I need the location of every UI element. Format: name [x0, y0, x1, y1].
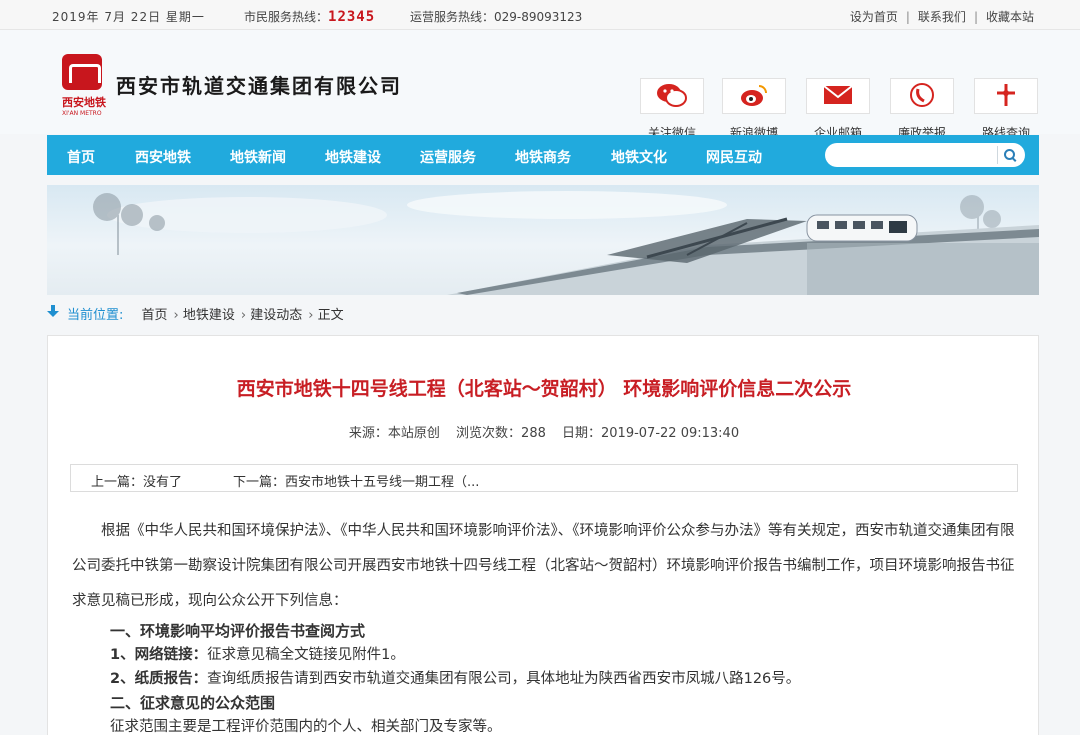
metro-train-illustration	[93, 191, 1039, 295]
search-box	[825, 143, 1025, 167]
section-heading: 二、征求意见的公众范围	[110, 694, 276, 712]
breadcrumb-news[interactable]: 建设动态	[250, 308, 302, 323]
hotline-label: 市民服务热线：	[244, 10, 329, 24]
breadcrumb-current: 正文	[317, 308, 344, 323]
article-card: 西安市地铁十四号线工程（北客站～贺韶村） 环境影响评价信息二次公示 来源：本站原…	[47, 335, 1039, 735]
mail-icon	[823, 84, 853, 108]
article-paragraph: 根据《中华人民共和国环境保护法》、《中华人民共和国环境影响评价法》、《环境影响评…	[72, 523, 1015, 609]
quick-link-weibo[interactable]: 新浪微博	[722, 78, 786, 141]
wechat-icon	[656, 82, 688, 111]
hotline-number: 12345	[328, 9, 376, 25]
item-text: 征求意见稿全文链接见附件1。	[207, 647, 405, 663]
nav-item-operations[interactable]: 运营服务	[420, 147, 476, 167]
bookmark-link[interactable]: 收藏本站	[986, 10, 1034, 24]
location-arrow-icon	[47, 305, 59, 319]
nav-item-construction[interactable]: 地铁建设	[325, 147, 381, 167]
item-label: 1、网络链接：	[110, 647, 208, 663]
breadcrumb: 当前位置: 首页 › 地铁建设 › 建设动态 › 正文	[47, 304, 344, 323]
article-meta: 来源：本站原创 浏览次数：288 日期：2019-07-22 09:13:40	[48, 422, 1040, 441]
breadcrumb-construction[interactable]: 地铁建设	[183, 308, 235, 323]
site-header: 西安地铁 XI'AN METRO 西安市轨道交通集团有限公司 关注微信 新浪微博…	[0, 30, 1080, 140]
phone-icon	[909, 82, 935, 111]
item-label: 2、纸质报告：	[110, 671, 208, 687]
nav-item-xian-metro[interactable]: 西安地铁	[135, 147, 191, 167]
article-date: 日期：2019-07-22 09:13:40	[562, 426, 740, 441]
article-views: 浏览次数：288	[456, 426, 546, 441]
nav-item-interaction[interactable]: 网民互动	[706, 147, 762, 167]
top-bar: 2019年 7月 22日 星期一 市民服务热线：12345 运营服务热线：029…	[0, 0, 1080, 30]
quick-link-mail[interactable]: 企业邮箱	[806, 78, 870, 141]
nav-item-culture[interactable]: 地铁文化	[611, 147, 667, 167]
current-date: 2019年 7月 22日 星期一	[52, 10, 205, 24]
ops-hotline: 运营服务热线：029-89093123	[410, 10, 583, 24]
item-text: 查询纸质报告请到西安市轨道交通集团有限公司，具体地址为陕西省西安市凤城八路126…	[207, 671, 801, 687]
weibo-icon	[739, 83, 769, 110]
nav-item-metro-news[interactable]: 地铁新闻	[230, 147, 286, 167]
logo-en-text: XI'AN METRO	[62, 110, 102, 117]
quick-link-wechat[interactable]: 关注微信	[640, 78, 704, 141]
nav-item-home[interactable]: 首页	[67, 147, 95, 167]
section-heading: 一、环境影响平均评价报告书查阅方式	[110, 622, 366, 640]
breadcrumb-home[interactable]: 首页	[142, 308, 168, 323]
top-links: 设为首页 | 联系我们 | 收藏本站	[849, 10, 1034, 24]
metro-logo-icon	[62, 54, 102, 90]
next-article-link[interactable]: 下一篇：西安市地铁十五号线一期工程（...	[233, 471, 479, 490]
logo-cn-text: 西安地铁	[62, 96, 106, 109]
list-item: 征求范围主要是工程评价范围内的个人、相关部门及专家等。	[110, 719, 502, 735]
contact-us-link[interactable]: 联系我们	[918, 10, 966, 24]
nav-item-business[interactable]: 地铁商务	[515, 147, 571, 167]
article-body: 根据《中华人民共和国环境保护法》、《中华人民共和国环境影响评价法》、《环境影响评…	[72, 514, 1016, 735]
route-icon	[993, 82, 1019, 111]
article-source: 来源：本站原创	[348, 426, 440, 441]
company-name: 西安市轨道交通集团有限公司	[116, 74, 402, 98]
quick-link-report[interactable]: 廉政举报	[890, 78, 954, 141]
metro-logo[interactable]: 西安地铁 XI'AN METRO	[62, 54, 108, 124]
search-input[interactable]	[837, 143, 997, 167]
main-nav: 首页 西安地铁 地铁新闻 地铁建设 运营服务 地铁商务 地铁文化 网民互动	[47, 135, 1039, 175]
search-icon[interactable]	[997, 146, 1019, 164]
article-title: 西安市地铁十四号线工程（北客站～贺韶村） 环境影响评价信息二次公示	[236, 378, 852, 400]
set-homepage-link[interactable]: 设为首页	[850, 10, 898, 24]
citizen-hotline: 市民服务热线：12345	[244, 8, 375, 25]
prev-next-bar: 上一篇：没有了 下一篇：西安市地铁十五号线一期工程（...	[70, 464, 1018, 492]
quick-link-route[interactable]: 路线查询	[974, 78, 1038, 141]
list-item: 2、纸质报告：查询纸质报告请到西安市轨道交通集团有限公司，具体地址为陕西省西安市…	[110, 667, 1016, 691]
banner-image	[47, 185, 1039, 295]
prev-article-link[interactable]: 上一篇：没有了	[91, 471, 182, 490]
breadcrumb-label: 当前位置:	[67, 308, 124, 323]
list-item: 1、网络链接：征求意见稿全文链接见附件1。	[110, 643, 1016, 667]
